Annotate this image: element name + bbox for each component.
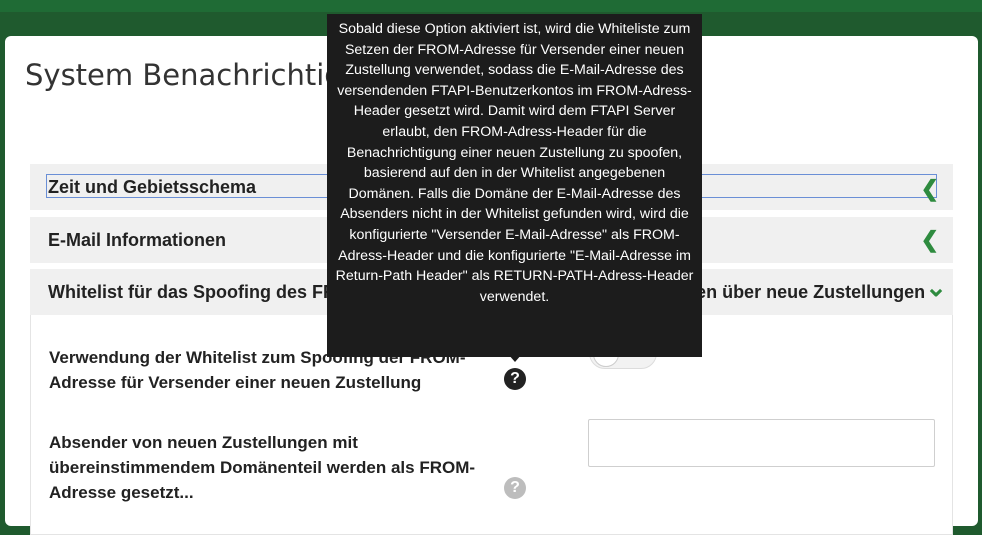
help-icon[interactable]: ? [504,477,526,499]
chevron-left-icon[interactable]: ❮ [921,176,939,202]
sender-from-label: Absender von neuen Zustellungen mit über… [49,433,476,502]
sender-from-input[interactable] [588,419,935,467]
panel-title-email-info: E-Mail Informationen [48,229,227,250]
help-tooltip: Sobald diese Option aktiviert ist, wird … [327,14,702,357]
help-icon[interactable]: ? [504,368,526,390]
app-header-bar [0,0,982,12]
chevron-left-icon[interactable]: ❮ [921,227,939,253]
chevron-down-icon[interactable]: ⌄ [925,272,947,303]
panel-title-time-locale: Zeit und Gebietsschema [48,177,257,197]
